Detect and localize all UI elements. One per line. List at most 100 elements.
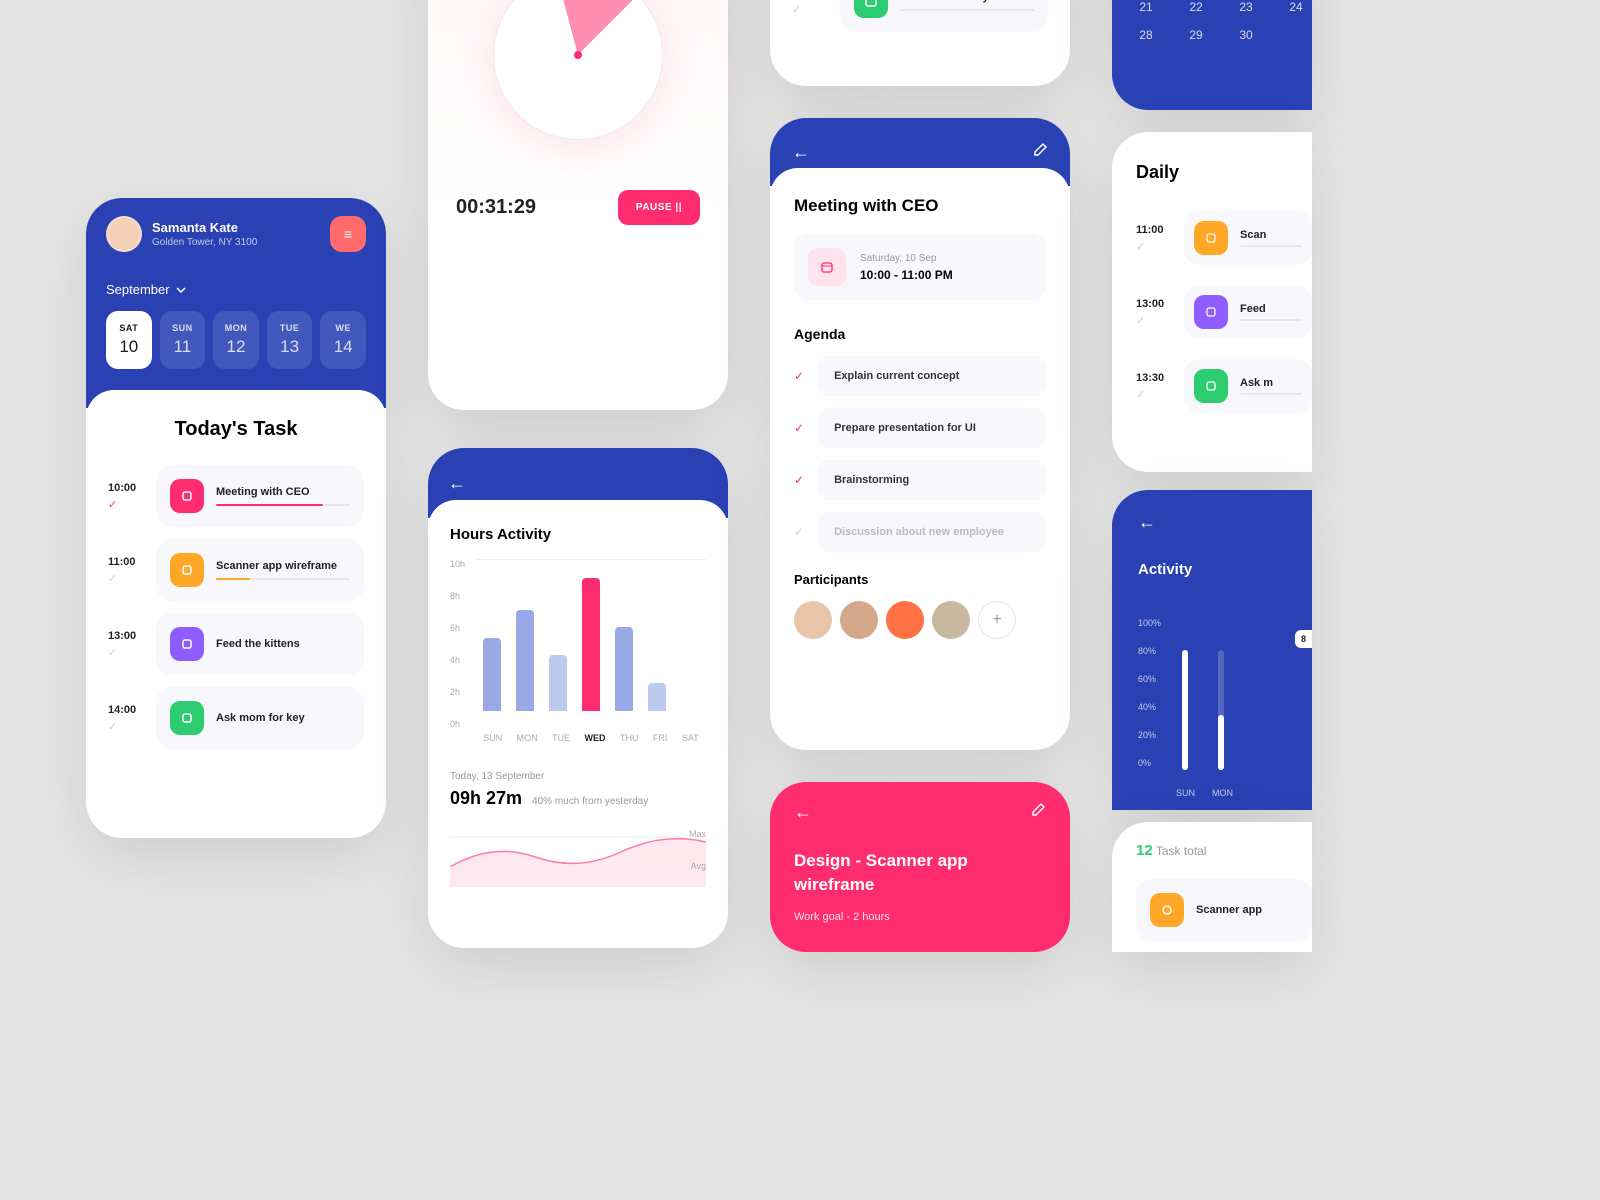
- calendar-grid: 070809101415161721222324282930: [1128, 0, 1312, 42]
- task-type-icon: [1194, 221, 1228, 255]
- task-card[interactable]: Ask m: [1184, 359, 1312, 413]
- calendar-icon: [808, 248, 846, 286]
- check-icon: ✓: [108, 646, 144, 659]
- check-icon: ✓: [108, 720, 144, 733]
- task-card[interactable]: Scan: [1184, 211, 1312, 265]
- circle-icon: [1150, 893, 1184, 927]
- day-card[interactable]: TUE13: [267, 311, 313, 369]
- agenda-item[interactable]: Explain current concept: [818, 356, 1046, 396]
- check-icon: ✓: [1136, 314, 1172, 327]
- agenda-item[interactable]: Brainstorming: [818, 460, 1046, 500]
- user-location: Golden Tower, NY 3100: [152, 237, 320, 248]
- task-card[interactable]: Feed the kittens: [156, 613, 364, 675]
- calendar-day: [1278, 28, 1312, 42]
- day-card[interactable]: WE14: [320, 311, 366, 369]
- menu-button[interactable]: ≡: [330, 216, 366, 252]
- add-participant-button[interactable]: +: [978, 601, 1016, 639]
- timer-screen: 00:31:29 PAUSE ||: [428, 0, 728, 410]
- agenda-item[interactable]: Prepare presentation for UI: [818, 408, 1046, 448]
- pause-button[interactable]: PAUSE ||: [618, 190, 700, 225]
- back-arrow-icon[interactable]: ←: [448, 473, 466, 494]
- calendar-day[interactable]: 29: [1178, 28, 1214, 42]
- daily-list: 11:00✓ Scan13:00✓ Feed13:30✓ Ask m: [1136, 211, 1312, 413]
- day-card[interactable]: MON12: [213, 311, 259, 369]
- today-pct: 40% much from yesterday: [532, 796, 648, 807]
- back-arrow-icon[interactable]: ←: [1138, 512, 1312, 533]
- datetime-card: Saturday, 10 Sep 10:00 - 11:00 PM: [794, 234, 1046, 300]
- task-type-icon: [170, 701, 204, 735]
- participant-avatar[interactable]: [794, 601, 832, 639]
- edit-icon[interactable]: [1030, 802, 1046, 823]
- back-arrow-icon[interactable]: ←: [792, 142, 810, 163]
- participant-avatar[interactable]: [932, 601, 970, 639]
- hours-bar-chart: 10h8h6h4h2h0h: [450, 559, 706, 729]
- day-picker: SAT10SUN11MON12TUE13WE14: [106, 311, 366, 369]
- task-list: 10:00✓ Meeting with CEO 11:00✓ Scanner a…: [108, 465, 364, 749]
- wave-chart: Max Avg: [450, 827, 706, 907]
- participants-row: +: [794, 601, 1046, 639]
- clock-center-icon: [574, 51, 582, 59]
- summary-partial: 12 Task total Scanner app: [1112, 822, 1312, 952]
- chart-bar[interactable]: [483, 638, 501, 711]
- check-icon: ✓: [792, 3, 828, 16]
- task-card[interactable]: Scanner app: [1136, 879, 1312, 941]
- task-type-icon: [170, 553, 204, 587]
- chart-bar[interactable]: [648, 683, 666, 711]
- participant-avatar[interactable]: [886, 601, 924, 639]
- calendar-day[interactable]: 24: [1278, 0, 1312, 14]
- tasks-screen: Samanta Kate Golden Tower, NY 3100 ≡ Sep…: [86, 198, 386, 838]
- agenda-item[interactable]: Discussion about new employee: [818, 512, 1046, 552]
- calendar-day[interactable]: 21: [1128, 0, 1164, 14]
- daily-title: Daily: [1136, 162, 1312, 183]
- task-total: 12 Task total: [1136, 842, 1312, 859]
- participant-avatar[interactable]: [840, 601, 878, 639]
- chevron-down-icon: [176, 285, 186, 295]
- chart-bar[interactable]: [615, 627, 633, 711]
- task-type-icon: [170, 479, 204, 513]
- hours-activity-screen: ← Hours Activity 10h8h6h4h2h0h SUNMONTUE…: [428, 448, 728, 948]
- task-card[interactable]: Scanner app wireframe: [156, 539, 364, 601]
- check-icon: ✓: [794, 421, 804, 435]
- check-icon: ✓: [794, 473, 804, 487]
- activity-badge: 8: [1295, 630, 1312, 648]
- tasks-title: Today's Task: [108, 418, 364, 441]
- design-task-screen: ← Design - Scanner app wireframe Work go…: [770, 782, 1070, 952]
- agenda-title: Agenda: [794, 326, 1046, 342]
- check-icon: ✓: [108, 572, 144, 585]
- activity-bar[interactable]: [1182, 650, 1188, 770]
- month-selector[interactable]: September: [106, 282, 366, 297]
- back-arrow-icon[interactable]: ←: [794, 802, 812, 823]
- user-name: Samanta Kate: [152, 220, 320, 235]
- calendar-day[interactable]: 30: [1228, 28, 1264, 42]
- day-card[interactable]: SUN11: [160, 311, 206, 369]
- task-label: Ask mom for key: [900, 0, 1034, 3]
- design-title: Design - Scanner app wireframe: [770, 823, 1070, 897]
- activity-bar[interactable]: [1218, 650, 1224, 770]
- meeting-date: Saturday, 10 Sep: [860, 253, 953, 264]
- task-card[interactable]: Meeting with CEO: [156, 465, 364, 527]
- clock-slice-icon: [501, 0, 655, 132]
- daily-screen: Daily 11:00✓ Scan13:00✓ Feed13:30✓ Ask m: [1112, 132, 1312, 472]
- meeting-time: 10:00 - 11:00 PM: [860, 268, 953, 282]
- wave-max-label: Max: [689, 829, 706, 839]
- x-label: MON: [1212, 788, 1233, 798]
- chart-bar[interactable]: [582, 578, 600, 711]
- task-card[interactable]: Ask mom for key: [840, 0, 1048, 32]
- design-subtitle: Work goal - 2 hours: [770, 897, 1070, 923]
- calendar-day[interactable]: 28: [1128, 28, 1164, 42]
- edit-icon[interactable]: [1032, 142, 1048, 163]
- calendar-day[interactable]: 22: [1178, 0, 1214, 14]
- user-avatar[interactable]: [106, 216, 142, 252]
- check-icon: ✓: [1136, 388, 1172, 401]
- timer-value: 00:31:29: [456, 196, 536, 219]
- task-type-icon: [1194, 295, 1228, 329]
- check-icon: ✓: [1136, 240, 1172, 253]
- chart-bar[interactable]: [549, 655, 567, 711]
- calendar-day[interactable]: 23: [1228, 0, 1264, 14]
- day-card[interactable]: SAT10: [106, 311, 152, 369]
- wave-avg-label: Avg: [691, 861, 706, 871]
- task-card[interactable]: Feed: [1184, 285, 1312, 339]
- meeting-title: Meeting with CEO: [794, 196, 1046, 216]
- task-card[interactable]: Ask mom for key: [156, 687, 364, 749]
- chart-bar[interactable]: [516, 610, 534, 711]
